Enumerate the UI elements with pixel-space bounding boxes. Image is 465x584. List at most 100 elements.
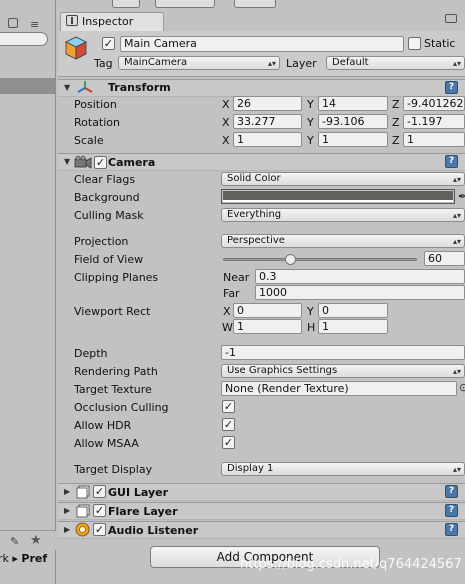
rotation-z-label[interactable]: Z: [392, 116, 400, 129]
flare-layer-checkbox[interactable]: ✓: [93, 504, 106, 517]
alpha-bar: [223, 200, 453, 202]
foldout-arrow-icon[interactable]: ▶: [64, 506, 70, 515]
active-checkbox[interactable]: ✓: [102, 37, 115, 50]
scale-label[interactable]: Scale: [74, 134, 104, 147]
chevron-updown-icon: ▴▾: [452, 59, 461, 68]
scale-x-label[interactable]: X: [222, 134, 230, 147]
viewport-w-field[interactable]: 1: [233, 319, 302, 334]
culling-mask-label: Culling Mask: [74, 209, 144, 222]
tag-value: MainCamera: [124, 57, 188, 68]
breadcrumb[interactable]: rk ▸ Pref: [0, 552, 47, 565]
position-y-field[interactable]: 14: [318, 96, 388, 111]
layer-dropdown[interactable]: Default ▴▾: [326, 56, 465, 70]
allow-msaa-checkbox[interactable]: ✓: [222, 436, 235, 449]
eyedropper-icon[interactable]: ✒: [458, 190, 465, 203]
viewport-x-field[interactable]: 0: [233, 303, 302, 318]
camera-enabled-checkbox[interactable]: ✓: [94, 156, 107, 169]
selected-hierarchy-row[interactable]: [0, 78, 56, 94]
scale-z-field[interactable]: 1: [403, 132, 465, 147]
depth-label[interactable]: Depth: [74, 347, 108, 360]
allow-msaa-label: Allow MSAA: [74, 437, 139, 450]
tag-icon[interactable]: ✎: [10, 535, 19, 548]
viewport-h-label[interactable]: H: [307, 321, 315, 334]
rendering-path-dropdown[interactable]: Use Graphics Settings ▴▾: [221, 364, 465, 378]
far-field[interactable]: 1000: [255, 285, 465, 300]
gui-layer-title: GUI Layer: [108, 486, 169, 499]
layer-value: Default: [332, 57, 369, 68]
position-z-field[interactable]: -9.401262: [403, 96, 465, 111]
foldout-arrow-icon[interactable]: ▼: [64, 83, 70, 92]
projection-value: Perspective: [227, 235, 285, 246]
rotation-x-field[interactable]: 33.277: [233, 114, 302, 129]
position-y-label[interactable]: Y: [307, 98, 314, 111]
fov-label: Field of View: [74, 253, 144, 266]
rendering-path-value: Use Graphics Settings: [227, 365, 338, 376]
scale-y-field[interactable]: 1: [318, 132, 388, 147]
toolbar-button-fragment[interactable]: [155, 0, 215, 8]
rotation-z-field[interactable]: -1.197: [403, 114, 465, 129]
culling-mask-dropdown[interactable]: Everything ▴▾: [221, 208, 465, 222]
flare-layer-icon: [76, 504, 90, 518]
toolbar-button-fragment[interactable]: [234, 0, 276, 8]
tag-dropdown[interactable]: MainCamera ▴▾: [118, 56, 280, 70]
projection-dropdown[interactable]: Perspective ▴▾: [221, 234, 465, 248]
target-display-label: Target Display: [74, 463, 153, 476]
lock-icon[interactable]: [8, 18, 18, 28]
audio-listener-checkbox[interactable]: ✓: [93, 523, 106, 536]
depth-field[interactable]: -1: [221, 345, 465, 360]
static-checkbox[interactable]: [408, 37, 421, 50]
toolbar-button-fragment[interactable]: [112, 0, 140, 8]
rotation-y-label[interactable]: Y: [307, 116, 314, 129]
viewport-x-label[interactable]: X: [223, 305, 231, 318]
layer-label: Layer: [286, 57, 317, 70]
inspector-tab-icon: [66, 15, 78, 26]
viewport-h-field[interactable]: 1: [318, 319, 388, 334]
lock-icon[interactable]: [445, 14, 457, 23]
occlusion-culling-checkbox[interactable]: ✓: [222, 400, 235, 413]
help-icon[interactable]: ?: [445, 155, 458, 168]
breadcrumb-prefabs[interactable]: Pref: [21, 552, 47, 565]
menu-icon[interactable]: ≡: [30, 18, 39, 31]
favorites-star-icon[interactable]: ★: [30, 533, 42, 548]
scale-x-field[interactable]: 1: [233, 132, 302, 147]
help-icon[interactable]: ?: [445, 81, 458, 94]
position-x-field[interactable]: 26: [233, 96, 302, 111]
gui-layer-icon: [76, 485, 90, 499]
object-picker-icon[interactable]: ⊙: [459, 381, 465, 394]
foldout-arrow-icon[interactable]: ▼: [64, 157, 70, 166]
fov-field[interactable]: 60: [424, 251, 465, 266]
scale-z-label[interactable]: Z: [392, 134, 400, 147]
viewport-y-label[interactable]: Y: [307, 305, 314, 318]
search-input[interactable]: [0, 32, 48, 46]
position-label[interactable]: Position: [74, 98, 117, 111]
gui-layer-checkbox[interactable]: ✓: [93, 485, 106, 498]
clear-flags-value: Solid Color: [227, 173, 281, 184]
rotation-y-field[interactable]: -93.106: [318, 114, 388, 129]
background-label: Background: [74, 191, 140, 204]
help-icon[interactable]: ?: [445, 523, 458, 536]
rotation-x-label[interactable]: X: [222, 116, 230, 129]
tab-inspector-label: Inspector: [82, 15, 134, 28]
position-z-label[interactable]: Z: [392, 98, 400, 111]
rotation-label[interactable]: Rotation: [74, 116, 120, 129]
scale-y-label[interactable]: Y: [307, 134, 314, 147]
chevron-updown-icon: ▴▾: [452, 211, 461, 220]
allow-hdr-checkbox[interactable]: ✓: [222, 418, 235, 431]
near-field[interactable]: 0.3: [255, 269, 465, 284]
fov-slider-track[interactable]: [223, 258, 417, 261]
background-color-fill: [223, 191, 453, 200]
position-x-label[interactable]: X: [222, 98, 230, 111]
object-name-field[interactable]: Main Camera: [120, 36, 404, 52]
foldout-arrow-icon[interactable]: ▶: [64, 487, 70, 496]
clear-flags-dropdown[interactable]: Solid Color ▴▾: [221, 172, 465, 186]
viewport-y-field[interactable]: 0: [318, 303, 388, 318]
viewport-w-label[interactable]: W: [222, 321, 233, 334]
background-color-swatch[interactable]: [221, 189, 455, 204]
help-icon[interactable]: ?: [445, 504, 458, 517]
target-display-dropdown[interactable]: Display 1 ▴▾: [221, 462, 465, 476]
tag-label: Tag: [94, 57, 113, 70]
help-icon[interactable]: ?: [445, 485, 458, 498]
hierarchy-panel-strip: ≡ ✎ ★ rk ▸ Pref: [0, 0, 56, 584]
target-texture-field[interactable]: None (Render Texture): [221, 381, 457, 396]
foldout-arrow-icon[interactable]: ▶: [64, 525, 70, 534]
